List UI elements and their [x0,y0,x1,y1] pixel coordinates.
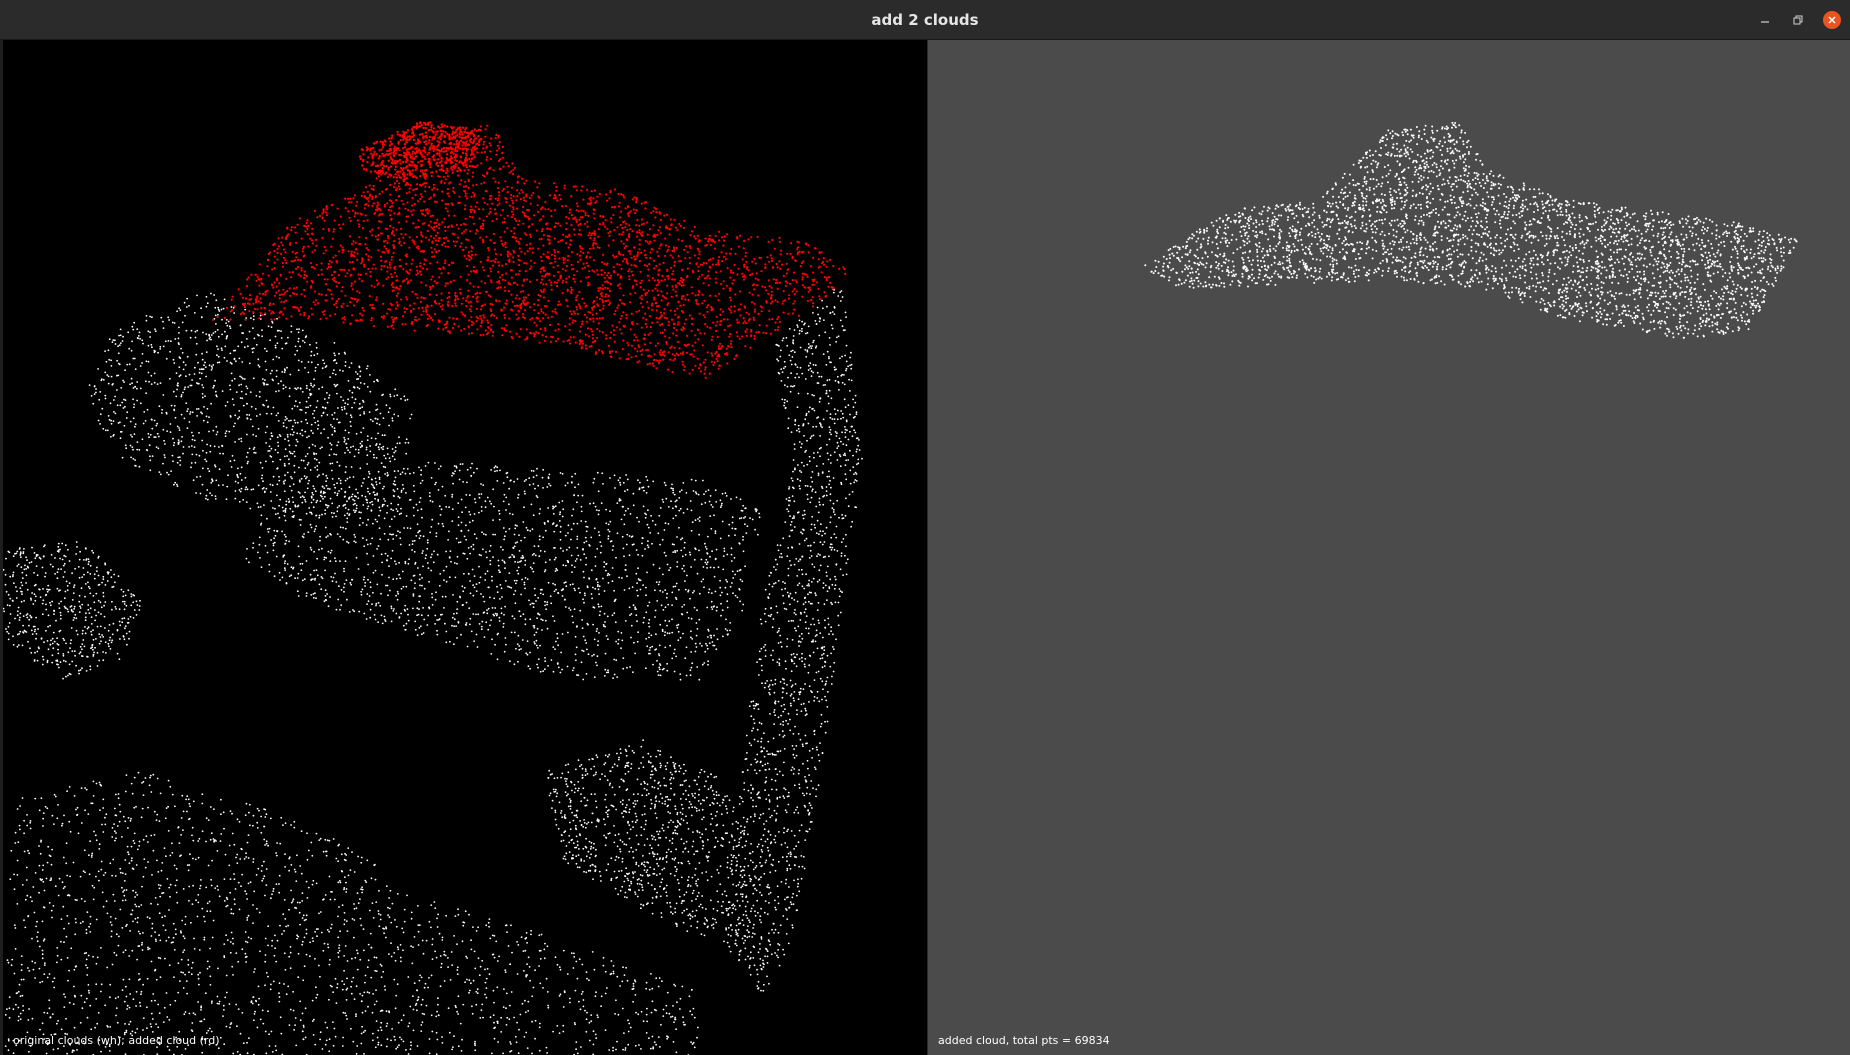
point-cloud-original-and-added [3,121,863,1055]
original-clouds-viewport[interactable]: original clouds (wh); added cloud (rd) [3,40,927,1055]
point-cloud-added [1144,121,1798,339]
added-cloud-red [212,124,847,379]
viewport-caption-right: added cloud, total pts = 69834 [938,1034,1110,1047]
close-icon [1828,16,1836,24]
minimize-button[interactable] [1756,11,1774,29]
minimize-icon [1761,21,1769,23]
added-cloud-viewport[interactable]: added cloud, total pts = 69834 [928,40,1850,1055]
title-bar[interactable]: add 2 clouds [0,0,1850,40]
original-cloud-back-wall [88,292,413,519]
restore-icon [1793,15,1803,25]
restore-button[interactable] [1789,11,1807,29]
original-cloud-chair [547,739,762,937]
original-cloud-left-edge [3,541,141,680]
viewport-caption-left: original clouds (wh); added cloud (rd) [13,1034,220,1047]
close-button[interactable] [1823,11,1841,29]
added-cloud-white [1144,121,1798,339]
original-cloud-right-wall [723,288,863,992]
window-title: add 2 clouds [871,10,979,29]
original-cloud-table [245,461,761,681]
app-window: add 2 clouds original clouds (wh); added… [0,0,1850,1055]
original-cloud-floor [4,771,699,1055]
